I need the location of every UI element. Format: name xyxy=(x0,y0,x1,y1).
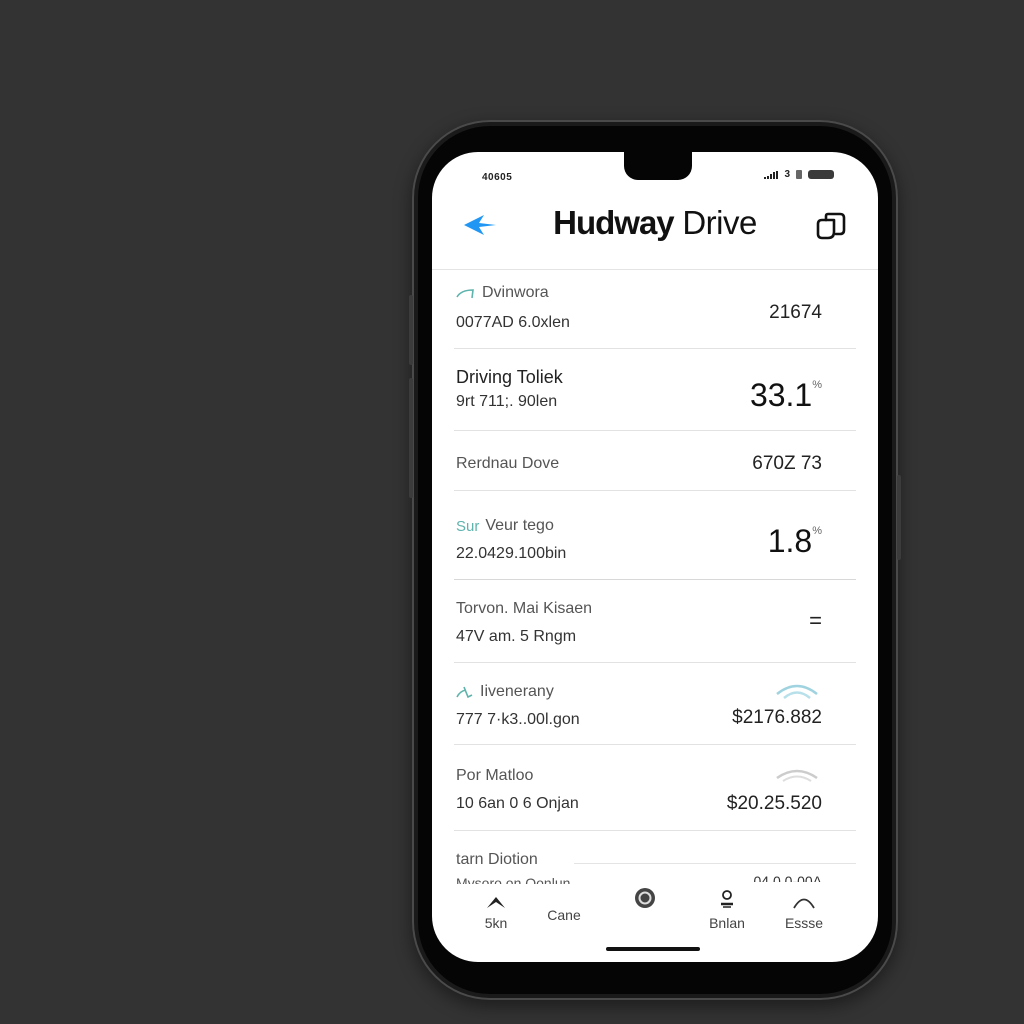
row-subtitle: 47V am. 5 Rngm xyxy=(456,628,577,645)
chevron-up-icon xyxy=(487,897,505,908)
tab-cane[interactable]: Cane xyxy=(532,901,596,923)
row-subtitle: Mysoro on Oonlun xyxy=(456,875,571,884)
list-item[interactable]: Sur Veur tego 22.0429.100bin 1.8% xyxy=(454,491,856,580)
row-value-unit: % xyxy=(812,379,822,391)
volume-down-button xyxy=(409,378,413,498)
tab-essse[interactable]: Essse xyxy=(772,887,836,931)
row-icon-text: Sur xyxy=(456,517,480,535)
list-item[interactable]: Torvon. Mai Kisaen 47V am. 5 Rngm = xyxy=(454,580,856,663)
row-label: Por Matloo xyxy=(456,767,534,784)
app-title-bold: Hudway xyxy=(553,204,675,241)
row-label-group: Dvinwora xyxy=(456,284,549,302)
status-time: 40605 xyxy=(482,172,513,183)
app-header: Hudway Drive xyxy=(432,200,878,270)
list-item[interactable]: Rerdnau Dove 670Z 73 xyxy=(454,431,856,491)
sim-icon xyxy=(796,170,802,179)
row-subtitle: 9rt 711;. 90len xyxy=(456,393,558,410)
row-value: 21674 xyxy=(769,302,822,323)
route-icon xyxy=(456,289,474,299)
tab-label: Essse xyxy=(784,915,824,931)
row-label: tarn Diotion xyxy=(456,851,538,868)
list-item[interactable]: Driving Toliek 9rt 711;. 90len 33.1% xyxy=(454,349,856,431)
tab-record[interactable] xyxy=(613,887,677,909)
volume-up-button xyxy=(409,295,413,365)
tab-bnlan[interactable]: Bnlan xyxy=(695,887,759,931)
home-indicator[interactable] xyxy=(606,947,700,951)
route-icon xyxy=(456,686,473,699)
row-value-number: 33.1 xyxy=(749,377,813,413)
network-label: 3 xyxy=(784,169,790,180)
row-label: Driving Toliek xyxy=(456,367,563,387)
row-value-number: 1.8 xyxy=(767,523,813,559)
record-icon xyxy=(635,888,655,908)
wifi-arc-icon xyxy=(776,769,818,782)
row-label: Torvon. Mai Kisaen xyxy=(456,600,593,617)
row-value-unit: % xyxy=(812,525,822,537)
power-button xyxy=(897,475,901,560)
camera-notch xyxy=(624,152,692,180)
row-value: $20.25.520 xyxy=(726,793,822,814)
bottom-tab-bar: 5kn Cane Bnlan Essse xyxy=(432,887,878,947)
row-label: Veur tego xyxy=(485,517,554,534)
tab-label: Cane xyxy=(547,907,581,923)
tab-label: 5kn xyxy=(484,915,508,931)
list-item[interactable]: Iivenerany 777 7·k3..00l.gon $2176.882 xyxy=(454,663,856,745)
wifi-arc-icon xyxy=(776,684,818,699)
stats-list: Dvinwora 0077AD 6.0xlen 21674 Driving To… xyxy=(454,270,856,884)
row-value: 33.1% xyxy=(750,377,822,414)
arc-up-icon xyxy=(793,898,815,909)
app-title-light: Drive xyxy=(682,204,757,241)
tab-5kn[interactable]: 5kn xyxy=(464,887,528,931)
list-item[interactable]: tarn Diotion Mysoro on Oonlun 04.0.0-00A xyxy=(454,831,856,884)
battery-icon xyxy=(808,170,834,179)
list-item[interactable]: Dvinwora 0077AD 6.0xlen 21674 xyxy=(454,270,856,349)
app-title: Hudway Drive xyxy=(432,204,878,242)
tab-label: Bnlan xyxy=(709,915,745,931)
row-value: 1.8% xyxy=(768,523,822,560)
row-value: = xyxy=(809,608,822,633)
status-icons: 3 xyxy=(764,169,834,180)
person-icon xyxy=(721,890,733,908)
row-label-group: Iivenerany xyxy=(456,683,554,701)
signal-icon xyxy=(764,170,779,179)
phone-screen: 40605 3 Hudway Drive Dvinwora 0077AD 6.0… xyxy=(432,152,878,962)
row-label: Iivenerany xyxy=(480,683,554,700)
row-subtitle: 0077AD 6.0xlen xyxy=(456,314,570,331)
row-divider xyxy=(574,863,856,864)
row-label: Dvinwora xyxy=(482,284,549,301)
row-subtitle: 777 7·k3..00l.gon xyxy=(456,711,580,728)
row-label-group: Sur Veur tego xyxy=(456,517,554,535)
row-value: 04.0.0-00A xyxy=(753,873,823,882)
share-icon[interactable] xyxy=(814,210,848,244)
row-subtitle: 22.0429.100bin xyxy=(456,545,567,562)
list-item[interactable]: Por Matloo 10 6an 0 6 Onjan $20.25.520 xyxy=(454,745,856,831)
row-label: Rerdnau Dove xyxy=(456,455,560,472)
row-value: $2176.882 xyxy=(732,707,822,728)
row-subtitle: 10 6an 0 6 Onjan xyxy=(456,795,579,812)
row-value: 670Z 73 xyxy=(752,453,822,474)
